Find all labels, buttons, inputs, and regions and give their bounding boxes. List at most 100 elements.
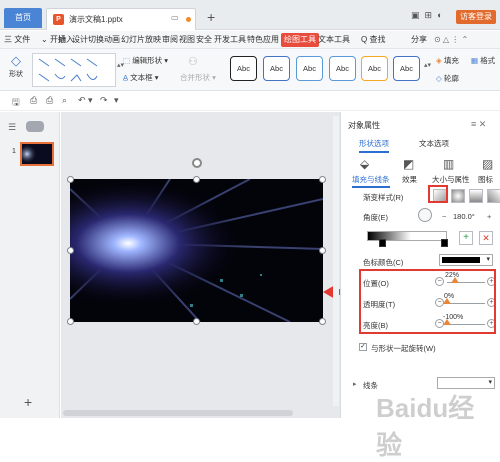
toolbar-small-icons[interactable]: ⊙ △ ⋮ ⌃ bbox=[434, 31, 468, 49]
angle-decrease-icon[interactable]: − bbox=[442, 212, 446, 221]
tab-text-options[interactable]: 文本选项 bbox=[419, 138, 449, 149]
menu-drawing-tools[interactable]: 绘图工具 bbox=[281, 33, 319, 47]
undo-icon[interactable]: ↶ ▾ bbox=[78, 95, 93, 106]
grid-icon[interactable]: ⊞ bbox=[425, 10, 433, 20]
resize-handle-tr[interactable] bbox=[319, 176, 326, 183]
menu-developer[interactable]: 开发工具 bbox=[214, 31, 246, 49]
resize-handle-t[interactable] bbox=[193, 176, 200, 183]
edit-shape-icon: ⬚ bbox=[123, 56, 131, 65]
add-slide-button[interactable]: + bbox=[24, 394, 32, 410]
slide-view-icon[interactable] bbox=[26, 121, 44, 132]
gradient-stop-left[interactable] bbox=[379, 239, 386, 247]
monitor-icon[interactable]: ▭ bbox=[171, 13, 179, 22]
angle-dial[interactable] bbox=[418, 208, 432, 222]
slide-thumbnail[interactable] bbox=[20, 142, 54, 166]
line-styles-gallery[interactable] bbox=[32, 53, 116, 87]
add-stop-icon[interactable]: + bbox=[459, 231, 473, 245]
delete-stop-icon[interactable]: ✕ bbox=[479, 231, 493, 245]
style-preset-5[interactable]: Abc bbox=[361, 56, 388, 81]
merge-shape-label: 合并形状 bbox=[180, 73, 210, 82]
merge-shape-icon: ⚇ bbox=[188, 56, 198, 68]
login-button[interactable]: 访客登录 bbox=[456, 10, 496, 24]
slide-picture[interactable] bbox=[70, 179, 323, 322]
gradient-stop-right[interactable] bbox=[441, 239, 448, 247]
style-preset-3[interactable]: Abc bbox=[296, 56, 323, 81]
menu-file[interactable]: 三 文件 bbox=[4, 31, 30, 49]
resize-handle-r[interactable] bbox=[319, 247, 326, 254]
window-controls: ▣ ⊞ ◐ bbox=[411, 10, 443, 21]
menu-design[interactable]: 设计 bbox=[72, 31, 88, 49]
resize-handle-l[interactable] bbox=[67, 247, 74, 254]
menu-view[interactable]: 视图 bbox=[179, 31, 195, 49]
sub-tab-fill-line[interactable]: 填充与线条 bbox=[352, 174, 390, 188]
textbox-button[interactable]: A̲ 文本框 ▾ bbox=[123, 72, 158, 83]
edit-shape-button[interactable]: ⬚ 编辑形状 ▾ bbox=[123, 55, 168, 66]
gradient-radial-button[interactable] bbox=[451, 189, 465, 203]
resize-handle-bl[interactable] bbox=[67, 318, 74, 325]
layout-icon[interactable]: ▣ bbox=[411, 10, 420, 20]
document-tab[interactable]: P 演示文稿1.pptx ▭ bbox=[46, 8, 196, 30]
resize-handle-br[interactable] bbox=[319, 318, 326, 325]
preview-icon[interactable]: ⌕ bbox=[62, 95, 67, 106]
horizontal-scrollbar[interactable] bbox=[63, 410, 293, 416]
menu-review[interactable]: 审阅 bbox=[162, 31, 178, 49]
chevron-down-icon: ▾ bbox=[488, 379, 492, 386]
angle-value[interactable]: 180.0° bbox=[453, 212, 475, 221]
gradient-rect-button[interactable] bbox=[469, 189, 483, 203]
style-preset-2[interactable]: Abc bbox=[263, 56, 290, 81]
gradient-path-button[interactable] bbox=[487, 189, 500, 203]
menu-special[interactable]: 特色应用 bbox=[247, 31, 279, 49]
format-button[interactable]: ▦ 格式 bbox=[471, 55, 495, 66]
print-icon[interactable]: ⎙ bbox=[46, 95, 53, 106]
stop-color-picker[interactable]: ▾ bbox=[439, 254, 493, 266]
style-preset-4[interactable]: Abc bbox=[329, 56, 356, 81]
rotate-with-shape-checkbox[interactable]: ✓ bbox=[359, 343, 367, 351]
menu-security[interactable]: 安全 bbox=[196, 31, 212, 49]
home-tab[interactable]: 首页 bbox=[4, 8, 42, 28]
style-scroll-icon[interactable]: ▴▾ bbox=[424, 61, 431, 69]
customize-icon[interactable]: ▾ bbox=[114, 95, 119, 106]
menu-animation[interactable]: 动画 bbox=[104, 31, 120, 49]
save-icon[interactable]: 🖫 bbox=[12, 95, 20, 111]
angle-increase-icon[interactable]: + bbox=[487, 212, 491, 221]
share-button[interactable]: 分享 bbox=[411, 31, 427, 49]
dropdown-arrow-icon[interactable]: ⌄ bbox=[41, 31, 48, 49]
panel-options-icon[interactable]: ≡ ✕ bbox=[471, 119, 486, 130]
sub-tab-effects[interactable]: 效果 bbox=[402, 174, 417, 185]
stop-color-label: 色标颜色(C) bbox=[363, 258, 404, 267]
style-preset-1[interactable]: Abc bbox=[230, 56, 257, 81]
sub-tab-size[interactable]: 大小与属性 bbox=[432, 174, 470, 185]
angle-label: 角度(E) bbox=[363, 213, 388, 222]
textbox-label: 文本框 bbox=[130, 73, 153, 82]
merge-shape-button[interactable]: 合并形状 ▾ bbox=[180, 72, 216, 83]
shapes-icon: ◇ bbox=[11, 53, 21, 68]
fill-line-icon: ⬙ bbox=[360, 157, 370, 171]
tab-shape-options[interactable]: 形状选项 bbox=[359, 138, 389, 153]
paint-bucket-icon: ◈ bbox=[436, 56, 442, 65]
title-bar: 首页 P 演示文稿1.pptx ▭ + ▣ ⊞ ◐ 访客登录 bbox=[0, 0, 500, 30]
object-properties-panel: 对象属性 ≡ ✕ 形状选项 文本选项 ⬙ ◩ ▥ ▨ 填充与线条 效果 大小与属… bbox=[340, 112, 500, 418]
fill-button[interactable]: ◈ 填充 bbox=[436, 55, 459, 66]
export-pdf-icon[interactable]: ⎙ bbox=[30, 95, 37, 106]
unsaved-dot-icon bbox=[186, 17, 191, 22]
shape-button[interactable]: ◇ 形状 bbox=[3, 53, 29, 87]
skin-icon[interactable]: ◐ bbox=[437, 10, 442, 20]
redo-icon[interactable]: ↷ bbox=[100, 95, 108, 106]
menu-transition[interactable]: 切换 bbox=[88, 31, 104, 49]
style-preset-6[interactable]: Abc bbox=[393, 56, 420, 81]
resize-handle-b[interactable] bbox=[193, 318, 200, 325]
outline-view-icon[interactable]: ☰ bbox=[8, 122, 16, 133]
outline-label: 轮廓 bbox=[443, 74, 459, 83]
icon-tab-icon: ▨ bbox=[482, 157, 494, 171]
menu-search[interactable]: Q 查找 bbox=[361, 31, 385, 49]
sub-tab-icon[interactable]: 图标 bbox=[478, 174, 493, 185]
outline-button[interactable]: ◇ 轮廓 bbox=[436, 73, 459, 84]
light-burst-image bbox=[70, 179, 323, 322]
new-tab-button[interactable]: + bbox=[207, 10, 215, 24]
menu-text-tools[interactable]: 文本工具 bbox=[318, 31, 350, 49]
expand-arrow-icon[interactable]: ▸ bbox=[353, 380, 357, 388]
rotate-handle[interactable] bbox=[192, 158, 202, 168]
resize-handle-tl[interactable] bbox=[67, 176, 74, 183]
menu-slideshow[interactable]: 幻灯片放映 bbox=[121, 31, 161, 49]
vertical-scrollbar[interactable] bbox=[333, 116, 339, 406]
